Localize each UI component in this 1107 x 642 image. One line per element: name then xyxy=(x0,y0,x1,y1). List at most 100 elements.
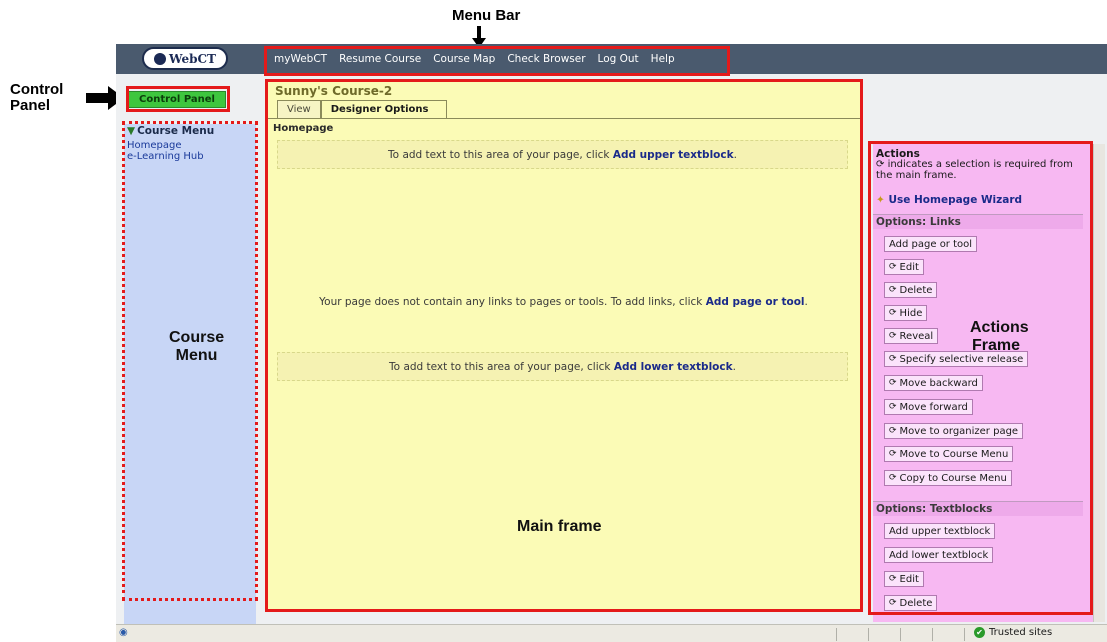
actions-frame: Actions ⟳ indicates a selection is requi… xyxy=(873,144,1093,622)
actions-frame-annotation: Actions Frame xyxy=(970,319,1029,355)
security-zone-label: Trusted sites xyxy=(989,627,1053,638)
btn-label: Add page or tool xyxy=(889,238,973,250)
move-forward-button[interactable]: ⟳ Move forward xyxy=(884,399,973,415)
selection-arrow-icon: ⟳ xyxy=(889,402,897,412)
triangle-down-icon: ▼ xyxy=(127,125,136,137)
page-links-text: Your page does not contain any links to … xyxy=(319,296,706,308)
selection-arrow-icon: ⟳ xyxy=(889,449,897,459)
status-bar: ◉ ✔ Trusted sites xyxy=(116,624,1107,642)
main-frame: Sunny's Course-2 View Designer Options H… xyxy=(267,81,860,612)
btn-label: Copy to Course Menu xyxy=(899,472,1007,484)
btn-label: Specify selective release xyxy=(899,353,1024,365)
menu-item-course-map[interactable]: Course Map xyxy=(433,53,495,65)
actions-scrollbar[interactable] xyxy=(1093,144,1105,622)
btn-label: Move to Course Menu xyxy=(899,448,1009,460)
control-panel-annotation-line1: Control xyxy=(10,81,64,98)
move-to-organizer-page-button[interactable]: ⟳ Move to organizer page xyxy=(884,423,1024,439)
course-title: Sunny's Course-2 xyxy=(275,84,393,98)
status-divider xyxy=(932,628,933,641)
btn-label: Reveal xyxy=(899,330,934,342)
links-period: . xyxy=(804,296,808,308)
add-upper-textblock-link[interactable]: Add upper textblock xyxy=(613,149,734,161)
status-divider xyxy=(836,628,837,641)
btn-label: Add lower textblock xyxy=(889,549,989,561)
webct-window: WebCT myWebCT Resume Course Course Map C… xyxy=(116,44,1107,642)
selection-arrow-icon: ⟳ xyxy=(889,354,897,364)
tab-divider xyxy=(267,118,860,119)
add-lower-textblock-link[interactable]: Add lower textblock xyxy=(614,361,733,373)
menu-item-help[interactable]: Help xyxy=(651,53,675,65)
selection-arrow-icon: ⟳ xyxy=(889,378,897,388)
security-zone: ✔ Trusted sites xyxy=(974,627,1052,638)
edit-textblock-button[interactable]: ⟳ Edit xyxy=(884,571,924,587)
course-menu-frame: ▼ Course Menu Homepage e-Learning Hub Cou… xyxy=(124,124,256,642)
control-panel-annotation: Control Panel xyxy=(10,82,63,114)
tab-designer-options[interactable]: Designer Options xyxy=(320,100,448,118)
page-links-message: Your page does not contain any links to … xyxy=(267,296,860,308)
menu-bar-annotation: Menu Bar xyxy=(452,7,521,24)
menu-item-resume-course[interactable]: Resume Course xyxy=(339,53,421,65)
status-divider xyxy=(900,628,901,641)
selection-arrow-icon: ⟳ xyxy=(889,262,897,272)
delete-link-button[interactable]: ⟳ Delete xyxy=(884,282,938,298)
selection-arrow-icon: ⟳ xyxy=(889,426,897,436)
course-menu-heading[interactable]: ▼ Course Menu xyxy=(127,125,214,137)
delete-textblock-button[interactable]: ⟳ Delete xyxy=(884,595,938,611)
course-menu-link-homepage[interactable]: Homepage xyxy=(127,140,182,151)
course-menu-annotation-line2: Menu xyxy=(175,347,218,364)
webct-logo[interactable]: WebCT xyxy=(142,47,228,70)
menu-item-check-browser[interactable]: Check Browser xyxy=(507,53,585,65)
add-lower-textblock-button[interactable]: Add lower textblock xyxy=(884,547,994,563)
btn-label: Move forward xyxy=(899,401,968,413)
btn-label: Delete xyxy=(899,284,933,296)
course-menu-heading-text: Course Menu xyxy=(137,125,215,137)
menu-item-log-out[interactable]: Log Out xyxy=(598,53,639,65)
wizard-icon: ✦ xyxy=(876,194,889,206)
actions-note-text: indicates a selection is required from t… xyxy=(876,159,1073,181)
copy-to-course-menu-button[interactable]: ⟳ Copy to Course Menu xyxy=(884,470,1012,486)
control-panel-button[interactable]: Control Panel xyxy=(128,91,226,108)
homepage-wizard-link[interactable]: ✦ Use Homepage Wizard xyxy=(876,194,1022,206)
edit-link-button[interactable]: ⟳ Edit xyxy=(884,259,924,275)
menu-bar: myWebCT Resume Course Course Map Check B… xyxy=(274,44,675,74)
logo-icon xyxy=(153,52,166,65)
wizard-text: Use Homepage Wizard xyxy=(888,194,1023,206)
add-upper-textblock-button[interactable]: Add upper textblock xyxy=(884,523,996,539)
selection-arrow-icon: ⟳ xyxy=(889,598,897,608)
btn-label: Add upper textblock xyxy=(889,525,991,537)
checkmark-icon: ✔ xyxy=(974,627,985,638)
btn-label: Move to organizer page xyxy=(899,425,1019,437)
selection-arrow-icon: ⟳ xyxy=(889,285,897,295)
upper-textblock-text: To add text to this area of your page, c… xyxy=(388,148,610,161)
course-menu-annotation: Course Menu xyxy=(169,329,224,365)
status-divider xyxy=(964,628,965,641)
reveal-link-button[interactable]: ⟳ Reveal xyxy=(884,328,939,344)
add-page-or-tool-link[interactable]: Add page or tool xyxy=(706,296,805,308)
course-menu-annotation-line1: Course xyxy=(169,329,225,346)
lower-textblock-placeholder: To add text to this area of your page, c… xyxy=(277,352,848,381)
selection-arrow-icon: ⟳ xyxy=(889,331,897,341)
add-page-or-tool-button[interactable]: Add page or tool xyxy=(884,236,978,252)
actions-frame-annotation-line2: Frame xyxy=(972,337,1021,354)
selection-arrow-icon: ⟳ xyxy=(889,574,897,584)
actions-note: ⟳ indicates a selection is required from… xyxy=(876,159,1081,181)
page-label: Homepage xyxy=(273,123,334,134)
move-backward-button[interactable]: ⟳ Move backward xyxy=(884,375,983,391)
main-frame-annotation: Main frame xyxy=(517,518,602,535)
upper-period: . xyxy=(733,148,737,161)
move-to-course-menu-button[interactable]: ⟳ Move to Course Menu xyxy=(884,446,1014,462)
control-panel-annotation-line2: Panel xyxy=(10,97,51,114)
tab-view[interactable]: View xyxy=(277,100,321,118)
selection-arrow-icon: ⟳ xyxy=(876,159,888,170)
actions-frame-annotation-line1: Actions xyxy=(970,319,1029,336)
course-menu-link-elearning-hub[interactable]: e-Learning Hub xyxy=(127,151,204,162)
selection-arrow-icon: ⟳ xyxy=(889,308,897,318)
btn-label: Move backward xyxy=(899,377,978,389)
btn-label: Edit xyxy=(899,573,919,585)
hide-link-button[interactable]: ⟳ Hide xyxy=(884,305,928,321)
options-textblocks-section: Options: Textblocks xyxy=(873,501,1083,516)
logo-text: WebCT xyxy=(168,51,216,66)
menu-item-mywebct[interactable]: myWebCT xyxy=(274,53,327,65)
tab-bar: View Designer Options xyxy=(277,100,448,118)
lower-period: . xyxy=(732,360,736,373)
